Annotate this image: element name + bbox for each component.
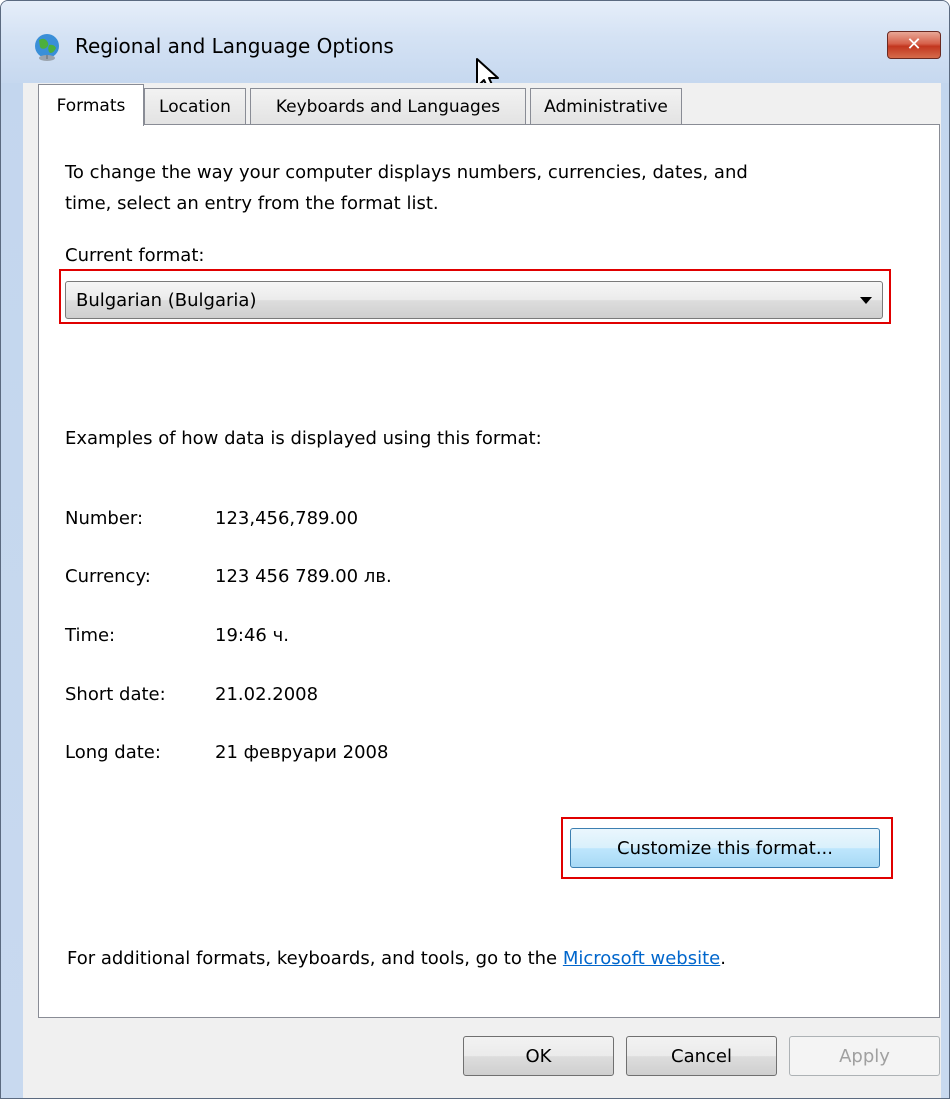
example-number-value: 123,456,789.00 bbox=[215, 508, 359, 529]
examples-heading: Examples of how data is displayed using … bbox=[65, 428, 542, 449]
current-format-label: Current format: bbox=[65, 245, 205, 266]
tab-keyboards-and-languages[interactable]: Keyboards and Languages bbox=[250, 88, 526, 124]
cancel-label: Cancel bbox=[671, 1045, 732, 1067]
tab-location[interactable]: Location bbox=[144, 88, 246, 124]
apply-button[interactable]: Apply bbox=[789, 1036, 940, 1076]
tab-label: Formats bbox=[56, 95, 126, 116]
current-format-value: Bulgarian (Bulgaria) bbox=[76, 290, 257, 311]
close-button[interactable]: ✕ bbox=[887, 31, 941, 59]
ok-label: OK bbox=[525, 1045, 552, 1067]
example-short-date-label: Short date: bbox=[65, 684, 166, 705]
close-icon: ✕ bbox=[906, 34, 922, 55]
globe-icon bbox=[35, 34, 59, 61]
tab-administrative[interactable]: Administrative bbox=[530, 88, 682, 124]
chevron-down-icon bbox=[860, 297, 872, 304]
intro-text-line-1: To change the way your computer displays… bbox=[65, 162, 748, 183]
tab-label: Administrative bbox=[544, 96, 668, 117]
example-number-label: Number: bbox=[65, 508, 144, 529]
title-bar[interactable]: Regional and Language Options ✕ bbox=[1, 1, 949, 92]
example-time-label: Time: bbox=[65, 625, 116, 646]
example-long-date-value: 21 февруари 2008 bbox=[215, 742, 389, 763]
footer-text: For additional formats, keyboards, and t… bbox=[67, 948, 726, 969]
cancel-button[interactable]: Cancel bbox=[626, 1036, 777, 1076]
example-currency-value: 123 456 789.00 лв. bbox=[215, 566, 392, 587]
tab-label: Location bbox=[159, 96, 231, 117]
microsoft-website-link[interactable]: Microsoft website bbox=[563, 948, 720, 969]
apply-label: Apply bbox=[839, 1045, 890, 1067]
footer-suffix: . bbox=[720, 948, 726, 969]
tab-formats[interactable]: Formats bbox=[38, 84, 144, 126]
window-title: Regional and Language Options bbox=[75, 34, 394, 58]
example-time-value: 19:46 ч. bbox=[215, 625, 289, 646]
footer-prefix: For additional formats, keyboards, and t… bbox=[67, 948, 563, 969]
current-format-dropdown[interactable]: Bulgarian (Bulgaria) bbox=[65, 281, 883, 319]
ok-button[interactable]: OK bbox=[463, 1036, 614, 1076]
customize-format-label: Customize this format... bbox=[617, 837, 833, 859]
customize-format-button[interactable]: Customize this format... bbox=[570, 828, 880, 868]
tab-label: Keyboards and Languages bbox=[275, 96, 501, 117]
example-currency-label: Currency: bbox=[65, 566, 151, 587]
example-short-date-value: 21.02.2008 bbox=[215, 684, 319, 705]
intro-text-line-2: time, select an entry from the format li… bbox=[65, 193, 439, 214]
example-long-date-label: Long date: bbox=[65, 742, 161, 763]
